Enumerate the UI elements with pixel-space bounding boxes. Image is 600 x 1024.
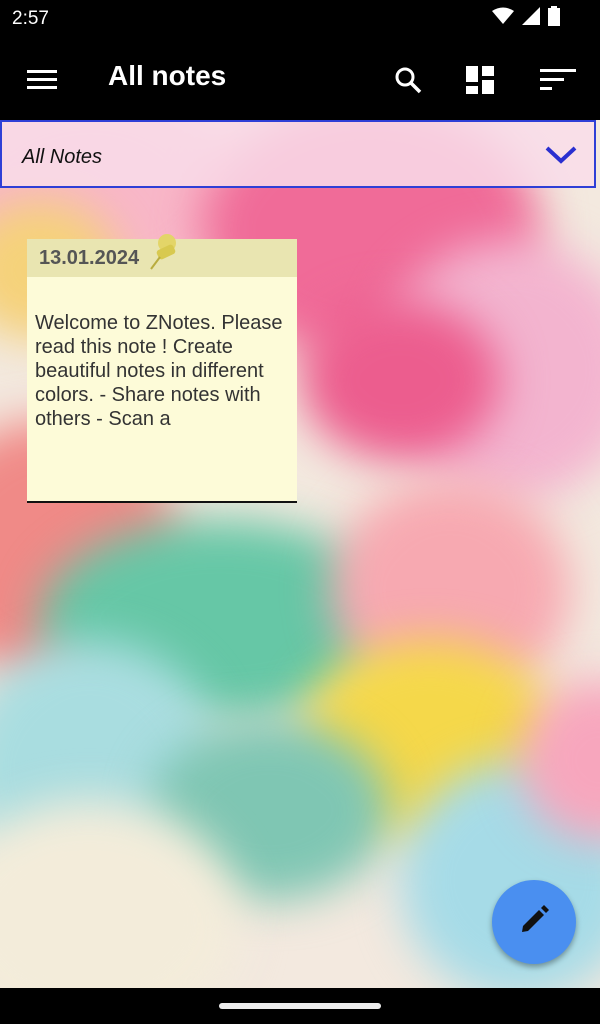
system-nav-bar <box>0 988 600 1024</box>
sort-icon[interactable] <box>538 60 578 100</box>
status-bar: 2:57 <box>0 0 600 38</box>
menu-icon[interactable] <box>22 60 62 100</box>
page-title: All notes <box>108 60 227 91</box>
pencil-icon <box>519 904 549 940</box>
chevron-down-icon <box>544 142 578 171</box>
notes-filter-dropdown[interactable]: All Notes <box>0 120 596 188</box>
new-note-button[interactable] <box>492 880 576 964</box>
pushpin-icon <box>147 229 181 278</box>
status-time: 2:57 <box>12 8 49 29</box>
note-text: Welcome to ZNotes. Please read this note… <box>35 312 283 430</box>
gesture-handle[interactable] <box>219 1003 381 1009</box>
search-icon[interactable] <box>388 60 428 100</box>
filter-selected-value: All Notes <box>22 146 103 168</box>
signal-icon <box>522 7 540 30</box>
note-date: 13.01.2024 <box>39 247 140 269</box>
dashboard-icon[interactable] <box>460 60 500 100</box>
wifi-icon <box>492 7 514 30</box>
battery-icon <box>548 6 560 31</box>
app-bar: All notes <box>0 38 600 120</box>
note-card[interactable]: 13.01.2024 Welcome to ZNotes. Please rea… <box>27 234 297 503</box>
note-header: 13.01.2024 <box>27 234 297 277</box>
